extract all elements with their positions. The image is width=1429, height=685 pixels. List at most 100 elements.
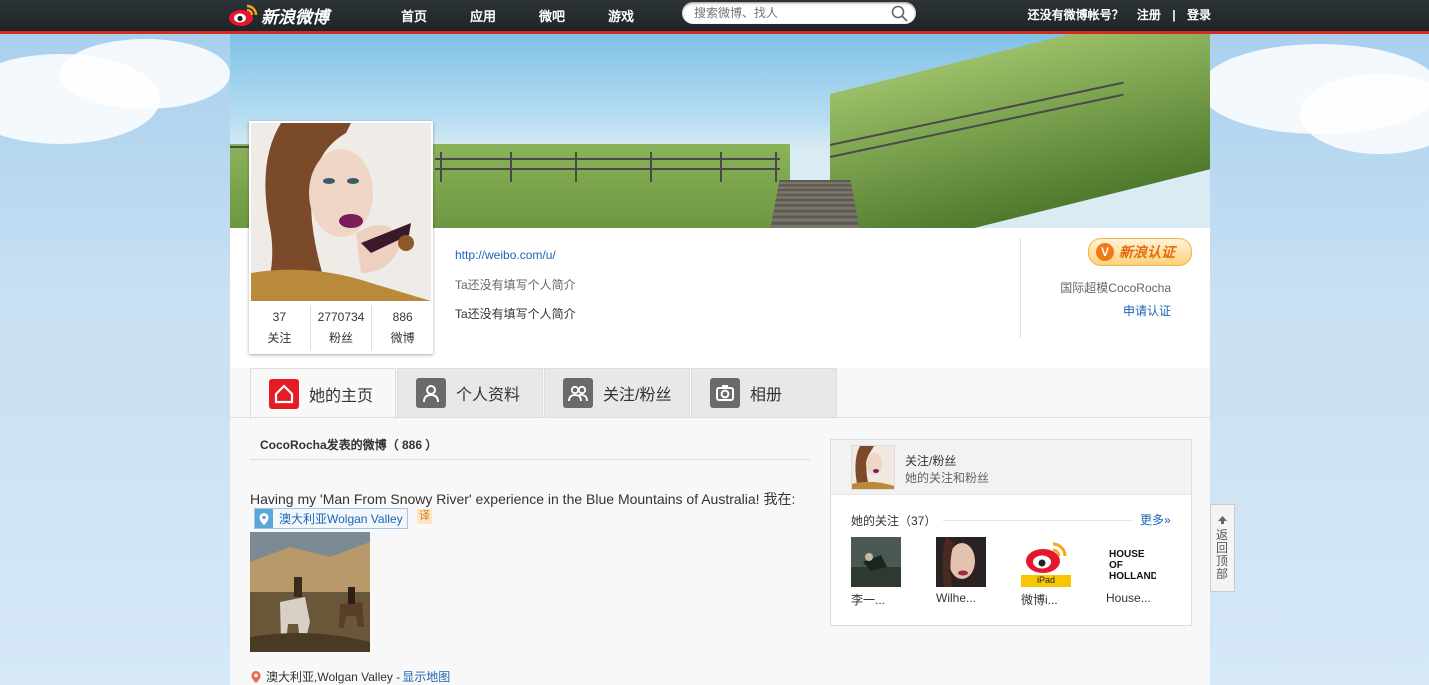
nav-weiba[interactable]: 微吧 (539, 6, 565, 25)
verification-panel: V 新浪认证 国际超模CocoRocha 申请认证 (1020, 238, 1192, 338)
following-item[interactable]: 李一... (851, 537, 911, 608)
horse-riders-photo (250, 532, 370, 652)
avatar-portrait (251, 123, 431, 301)
register-link[interactable]: 注册 (1137, 8, 1161, 22)
panel-header: 关注/粉丝 她的关注和粉丝 (831, 440, 1191, 495)
nav-games[interactable]: 游戏 (608, 6, 634, 25)
up-arrow-icon (1218, 516, 1227, 524)
stat-label: 关注 (267, 331, 292, 345)
follow-fans-panel: 关注/粉丝 她的关注和粉丝 她的关注（37） 更多» 李一... Wilhe..… (830, 439, 1192, 626)
following-item[interactable]: iPad 微博i... (1021, 537, 1081, 608)
cover-fence-post (775, 152, 777, 182)
nav-home[interactable]: 首页 (401, 6, 427, 25)
stat-value: 2770734 (317, 310, 365, 324)
search-box (682, 2, 916, 24)
camera-icon (710, 378, 740, 408)
top-navbar: 新浪微博 首页 应用 微吧 游戏 还没有微博帐号？ 注册 | 登录 (0, 0, 1429, 34)
profile-info: http://weibo.com/u/ Ta还没有填写个人简介 Ta还没有填写个… (455, 248, 576, 322)
users-icon (563, 378, 593, 408)
cover-fence-post (720, 152, 722, 182)
cover-fence (230, 146, 250, 148)
bio-placeholder: Ta还没有填写个人简介 (455, 278, 576, 292)
profile-tabs: 她的主页 个人资料 关注/粉丝 相册 (250, 368, 838, 419)
search-input[interactable] (692, 5, 886, 21)
stat-label: 粉丝 (329, 331, 354, 345)
profile-stats: 37 关注 2770734 粉丝 886 微博 (249, 306, 433, 350)
profile-page: 37 关注 2770734 粉丝 886 微博 http://weibo.com… (230, 34, 1210, 685)
post-text: Having my 'Man From Snowy River' experie… (250, 491, 796, 507)
cloud (60, 39, 230, 109)
panel-avatar[interactable] (851, 445, 895, 490)
following-item[interactable]: Wilhe... (936, 537, 996, 605)
cover-steps (769, 179, 861, 228)
cover-fence-post (575, 152, 577, 182)
post-image[interactable] (250, 532, 370, 652)
feed-title: CocoRocha发表的微博（ 886 ） (260, 438, 438, 452)
cover-fence-post (440, 152, 442, 182)
logo-text: 新浪微博 (261, 7, 329, 27)
cover-fence (435, 158, 780, 160)
verified-v-icon: V (1096, 243, 1114, 261)
stat-label: 微博 (390, 331, 415, 345)
weibo-eye-icon (229, 4, 258, 26)
search-icon[interactable] (891, 5, 908, 22)
tab-label: 个人资料 (456, 387, 521, 404)
more-link[interactable]: 更多» (1140, 511, 1171, 528)
stat-following[interactable]: 37 关注 (249, 306, 311, 350)
ipad-label: iPad (1037, 575, 1056, 585)
panel-title[interactable]: 关注/粉丝 (905, 452, 956, 469)
profile-url[interactable]: http://weibo.com/u/ (455, 248, 576, 262)
separator: | (1172, 8, 1176, 22)
following-name: Wilhe... (936, 591, 977, 605)
post-location: 澳大利亚,Wolgan Valley - 显示地图 (250, 668, 450, 685)
tab-follow-fans[interactable]: 关注/粉丝 (544, 368, 690, 417)
no-account-text: 还没有微博帐号？ (1027, 8, 1124, 22)
stat-posts[interactable]: 886 微博 (372, 306, 433, 350)
tab-label: 相册 (750, 387, 783, 404)
home-icon (269, 379, 299, 409)
following-name: 李一... (851, 593, 886, 607)
tab-label: 关注/粉丝 (603, 387, 672, 404)
following-avatar: iPad (1021, 537, 1071, 587)
translate-button[interactable]: 译 (417, 509, 432, 524)
stat-value: 886 (392, 310, 413, 324)
cover-fence-post (650, 152, 652, 182)
house-of-holland-logo: HOUSE OF HOLLAND (1109, 549, 1156, 582)
back-to-top-label: 返回顶部 (1216, 528, 1229, 581)
post-location-text: 澳大利亚,Wolgan Valley - (266, 670, 401, 684)
stat-value: 37 (272, 310, 287, 324)
weibo-logo[interactable]: 新浪微博 (228, 2, 329, 28)
show-map-link[interactable]: 显示地图 (402, 668, 450, 685)
location-chip[interactable]: 澳大利亚Wolgan Valley (254, 508, 408, 529)
avatar-card: 37 关注 2770734 粉丝 886 微博 (249, 121, 433, 354)
following-divider (943, 520, 1133, 521)
following-avatar (936, 537, 986, 587)
avatar[interactable] (251, 123, 431, 301)
following-name: House... (1106, 591, 1151, 605)
account-links: 还没有微博帐号？ 注册 | 登录 (1028, 6, 1211, 23)
tab-album[interactable]: 相册 (691, 368, 837, 417)
profile-icon (416, 378, 446, 408)
back-to-top-button[interactable]: 返回顶部 (1210, 504, 1235, 592)
nav-apps[interactable]: 应用 (470, 6, 496, 25)
tab-label: 她的主页 (309, 388, 374, 405)
cover-fence-post (510, 152, 512, 182)
following-avatar (851, 537, 901, 587)
tab-profile[interactable]: 个人资料 (397, 368, 543, 417)
panel-subtitle: 她的关注和粉丝 (905, 471, 990, 485)
cover-fence (435, 168, 780, 170)
tab-home[interactable]: 她的主页 (250, 368, 396, 419)
following-label: 她的关注（37） (851, 514, 937, 528)
following-name: 微博i... (1021, 593, 1058, 607)
apply-verification-link[interactable]: 申请认证 (1123, 302, 1171, 319)
verified-description: 国际超模CocoRocha (1060, 281, 1171, 295)
bio: Ta还没有填写个人简介 (455, 307, 576, 321)
verified-badge[interactable]: V 新浪认证 (1088, 238, 1192, 266)
login-link[interactable]: 登录 (1187, 8, 1211, 22)
location-chip-text: 澳大利亚Wolgan Valley (279, 512, 403, 526)
following-item[interactable]: HOUSE OF HOLLAND House... (1106, 537, 1166, 605)
feed-divider (250, 459, 810, 460)
stat-fans[interactable]: 2770734 粉丝 (311, 306, 373, 350)
location-marker-icon (251, 670, 261, 683)
location-pin-icon (255, 509, 273, 528)
